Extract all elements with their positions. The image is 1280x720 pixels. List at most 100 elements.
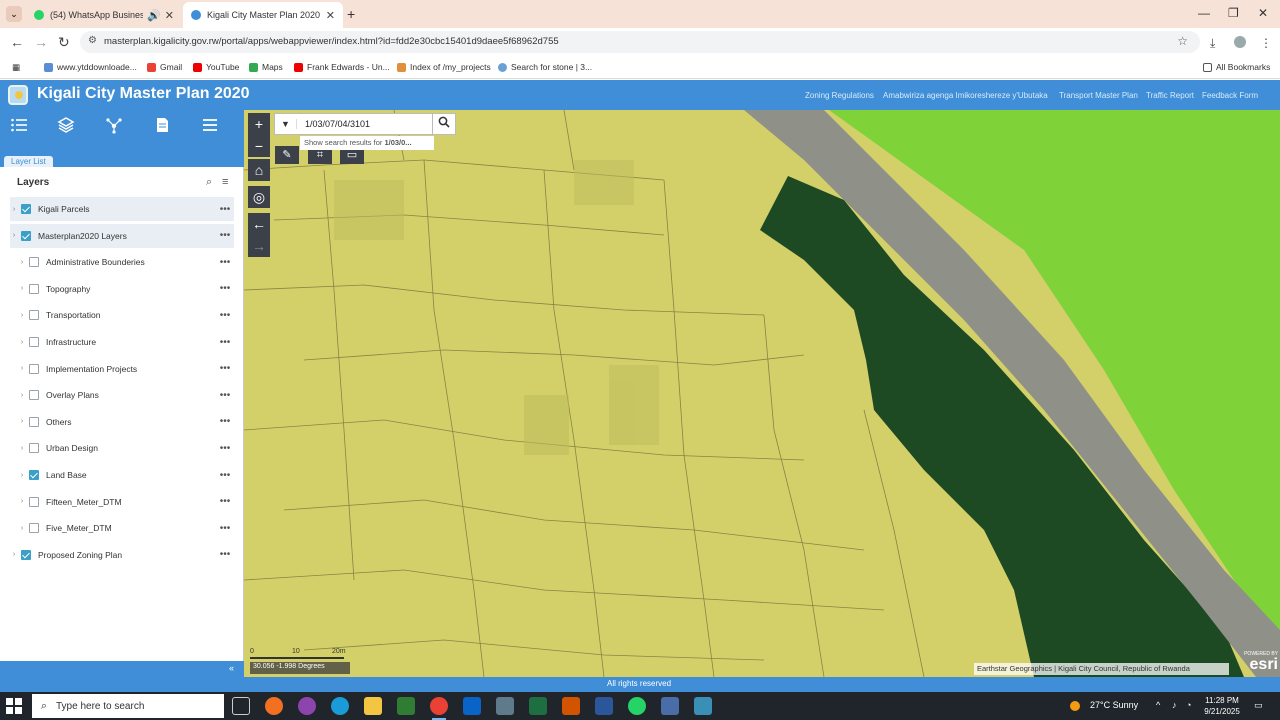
windows-start-icon[interactable]	[6, 698, 22, 714]
expand-chevron-icon[interactable]: ›	[18, 472, 26, 479]
download-icon[interactable]: ⤓	[1210, 36, 1215, 51]
minimize-icon[interactable]: —	[1198, 6, 1210, 20]
address-bar[interactable]: ⚙ masterplan.kigalicity.gov.rw/portal/ap…	[80, 31, 1200, 53]
link-amabwiriza[interactable]: Amabwiriza agenga Imikoreshereze y'Ubuta…	[883, 91, 1048, 100]
search-suggestion[interactable]: Show search results for 1/03/0...	[300, 136, 434, 150]
layer-row[interactable]: › Land Base •••	[10, 463, 234, 487]
task-view-icon[interactable]	[232, 697, 250, 715]
store-icon[interactable]	[397, 697, 415, 715]
file-explorer-icon[interactable]	[364, 697, 382, 715]
expand-chevron-icon[interactable]: ›	[18, 285, 26, 292]
link-transport-master-plan[interactable]: Transport Master Plan	[1059, 91, 1138, 100]
profile-avatar[interactable]	[1234, 36, 1246, 48]
expand-chevron-icon[interactable]: ›	[18, 498, 26, 505]
bookmark-index-projects[interactable]: Index of /my_projects	[397, 62, 491, 72]
bookmark-gmail[interactable]: Gmail	[147, 62, 182, 72]
layer-row[interactable]: › Transportation •••	[10, 303, 234, 327]
edge-icon[interactable]	[331, 697, 349, 715]
link-feedback-form[interactable]: Feedback Form	[1202, 91, 1258, 100]
expand-chevron-icon[interactable]: ›	[18, 445, 26, 452]
expand-chevron-icon[interactable]: ›	[18, 392, 26, 399]
collapse-panel-icon[interactable]: «	[229, 663, 234, 673]
search-input[interactable]: 1/03/07/04/3101	[297, 119, 439, 129]
locate-button[interactable]: ◎	[248, 186, 270, 208]
layer-options-icon[interactable]: •••	[216, 390, 234, 401]
layer-visibility-checkbox[interactable]	[29, 337, 39, 347]
layer-list-tab[interactable]: Layer List	[4, 156, 53, 167]
layer-options-icon[interactable]: •••	[216, 470, 234, 481]
layer-visibility-checkbox[interactable]	[29, 496, 39, 507]
app-icon-6[interactable]	[694, 697, 712, 715]
layer-options-icon[interactable]: •••	[216, 310, 234, 321]
zoom-in-button[interactable]: +	[248, 113, 270, 135]
expand-chevron-icon[interactable]: ›	[10, 551, 18, 558]
layer-options-icon[interactable]: •••	[216, 337, 234, 348]
app-icon-5[interactable]	[661, 697, 679, 715]
link-zoning-regulations[interactable]: Zoning Regulations	[805, 91, 874, 100]
speaker-icon[interactable]: 🔊	[147, 9, 161, 22]
bookmark-ytd[interactable]: www.ytddownloade...	[44, 62, 137, 72]
all-bookmarks[interactable]: All Bookmarks	[1203, 62, 1270, 72]
layer-visibility-checkbox[interactable]	[29, 470, 39, 480]
weather-sun-icon[interactable]	[1070, 701, 1080, 711]
filter-icon[interactable]: ≡	[222, 176, 228, 188]
expand-chevron-icon[interactable]: ›	[18, 339, 26, 346]
expand-chevron-icon[interactable]: ›	[18, 525, 26, 532]
bookmark-youtube[interactable]: YouTube	[193, 62, 239, 72]
expand-chevron-icon[interactable]: ›	[18, 365, 26, 372]
layer-row[interactable]: › Others •••	[10, 410, 234, 434]
layer-options-icon[interactable]: •••	[216, 230, 234, 241]
expand-chevron-icon[interactable]: ›	[10, 206, 18, 213]
layer-visibility-checkbox[interactable]	[21, 549, 31, 560]
legend-list-icon[interactable]	[10, 116, 30, 134]
layer-visibility-checkbox[interactable]	[29, 283, 39, 294]
expand-chevron-icon[interactable]: ›	[18, 312, 26, 319]
layer-row[interactable]: › Infrastructure •••	[10, 330, 234, 354]
layer-row[interactable]: › Kigali Parcels •••	[10, 197, 234, 221]
layer-visibility-checkbox[interactable]	[29, 257, 39, 268]
layer-visibility-checkbox[interactable]	[21, 204, 31, 214]
analysis-tool-icon[interactable]	[105, 116, 125, 134]
expand-chevron-icon[interactable]: ›	[10, 232, 18, 239]
site-info-icon[interactable]: ⚙	[88, 35, 97, 46]
bookmark-search-stone[interactable]: Search for stone | 3...	[498, 62, 592, 72]
layer-visibility-checkbox[interactable]	[29, 416, 39, 427]
notifications-icon[interactable]: ▭	[1254, 700, 1263, 711]
app-icon[interactable]	[298, 697, 316, 715]
layer-options-icon[interactable]: •••	[216, 257, 234, 268]
previous-extent-button[interactable]: ←	[248, 213, 270, 235]
layer-row[interactable]: › Administrative Bounderies •••	[10, 250, 234, 274]
layer-options-icon[interactable]: •••	[216, 549, 234, 560]
whatsapp-icon[interactable]	[628, 697, 646, 715]
layer-visibility-checkbox[interactable]	[29, 363, 39, 374]
map-view[interactable]: + − ⌂ ◎ ← → ✎ ⌗ ▭ ▼ 1/03/07/04/3101 ✕ Sh…	[244, 110, 1280, 677]
weather-text[interactable]: 27°C Sunny	[1090, 700, 1138, 710]
outlook-icon[interactable]	[463, 697, 481, 715]
layer-visibility-checkbox[interactable]	[29, 310, 39, 321]
search-icon[interactable]: ⌕	[206, 176, 212, 189]
chrome-icon[interactable]	[430, 697, 448, 720]
apps-grid-icon[interactable]: ▦	[12, 62, 20, 73]
app-icon-3[interactable]	[562, 697, 580, 715]
restore-icon[interactable]: ❐	[1228, 6, 1239, 20]
search-button[interactable]	[432, 113, 456, 135]
layer-row[interactable]: › Topography •••	[10, 277, 234, 301]
back-icon[interactable]: ←	[10, 34, 24, 50]
home-button[interactable]: ⌂	[248, 159, 270, 181]
link-traffic-report[interactable]: Traffic Report	[1146, 91, 1194, 100]
layer-visibility-checkbox[interactable]	[29, 443, 39, 454]
search-source-dropdown-icon[interactable]: ▼	[275, 119, 297, 129]
close-window-icon[interactable]: ✕	[1258, 6, 1268, 20]
close-tab-icon[interactable]: ✕	[165, 9, 174, 22]
app-icon-4[interactable]	[595, 697, 613, 715]
menu-kebab-icon[interactable]: ⋮	[1260, 36, 1272, 50]
layer-options-icon[interactable]: •••	[216, 416, 234, 427]
tray-chevron-icon[interactable]: ^	[1156, 700, 1160, 710]
layer-options-icon[interactable]: •••	[216, 443, 234, 454]
tab-whatsapp[interactable]: (54) WhatsApp Business 🔊 ✕	[26, 2, 182, 28]
network-icon[interactable]: ◔	[1186, 700, 1191, 710]
excel-icon[interactable]	[529, 697, 547, 715]
firefox-icon[interactable]	[265, 697, 283, 715]
layer-options-icon[interactable]: •••	[216, 523, 234, 534]
layer-row[interactable]: › Overlay Plans •••	[10, 383, 234, 407]
